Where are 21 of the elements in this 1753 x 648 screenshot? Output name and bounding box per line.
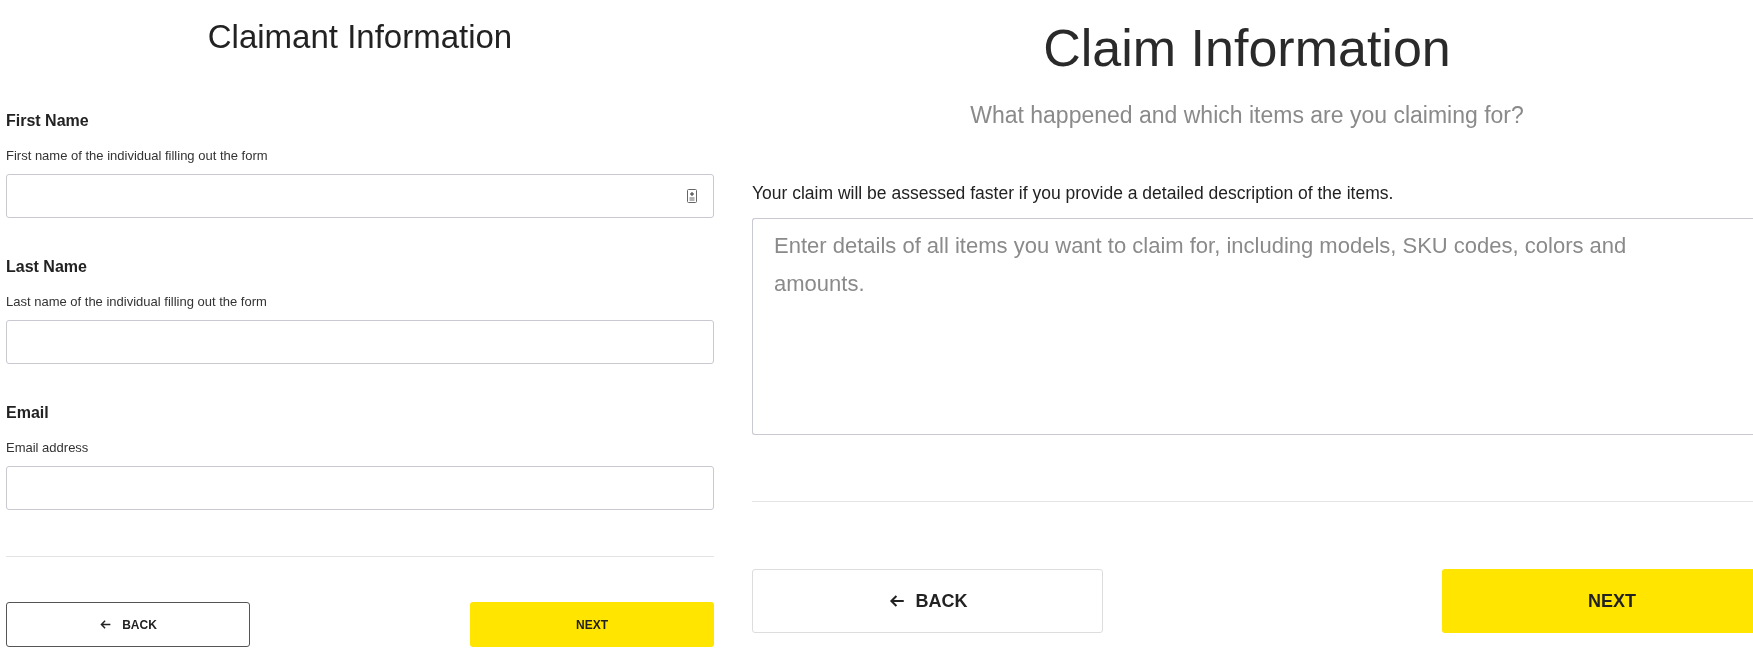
back-button[interactable]: BACK — [6, 602, 250, 647]
next-button[interactable]: NEXT — [1442, 569, 1753, 633]
input-field[interactable] — [6, 466, 714, 510]
field-help-text: First name of the individual filling out the form — [6, 148, 269, 163]
form-title: Claimant Information — [207, 18, 513, 56]
form-title: Claim Information — [1043, 18, 1451, 78]
field-label: First Name — [6, 112, 90, 130]
arrow-left-icon — [99, 618, 113, 631]
hint-text: Your claim will be assessed faster if you provide a detailed description of the items. — [752, 183, 1395, 204]
form-subtitle: What happened and which items are you claiming for? — [970, 102, 1524, 129]
input-field[interactable] — [6, 174, 714, 218]
input-field[interactable] — [6, 320, 714, 364]
arrow-left-icon — [887, 592, 906, 610]
details-field[interactable]: Enter details of all items you want to claim for, including models, SKU codes, colors and amounts. — [752, 218, 1753, 435]
field-help-text: Last name of the individual filling out the form — [6, 294, 268, 309]
next-button[interactable]: NEXT — [470, 602, 714, 647]
contact-card-icon[interactable] — [687, 189, 697, 203]
field-label: Email — [6, 404, 50, 422]
field-label: Last Name — [6, 258, 88, 276]
back-button[interactable]: BACK — [752, 569, 1103, 633]
field-help-text: Email address — [6, 440, 90, 455]
